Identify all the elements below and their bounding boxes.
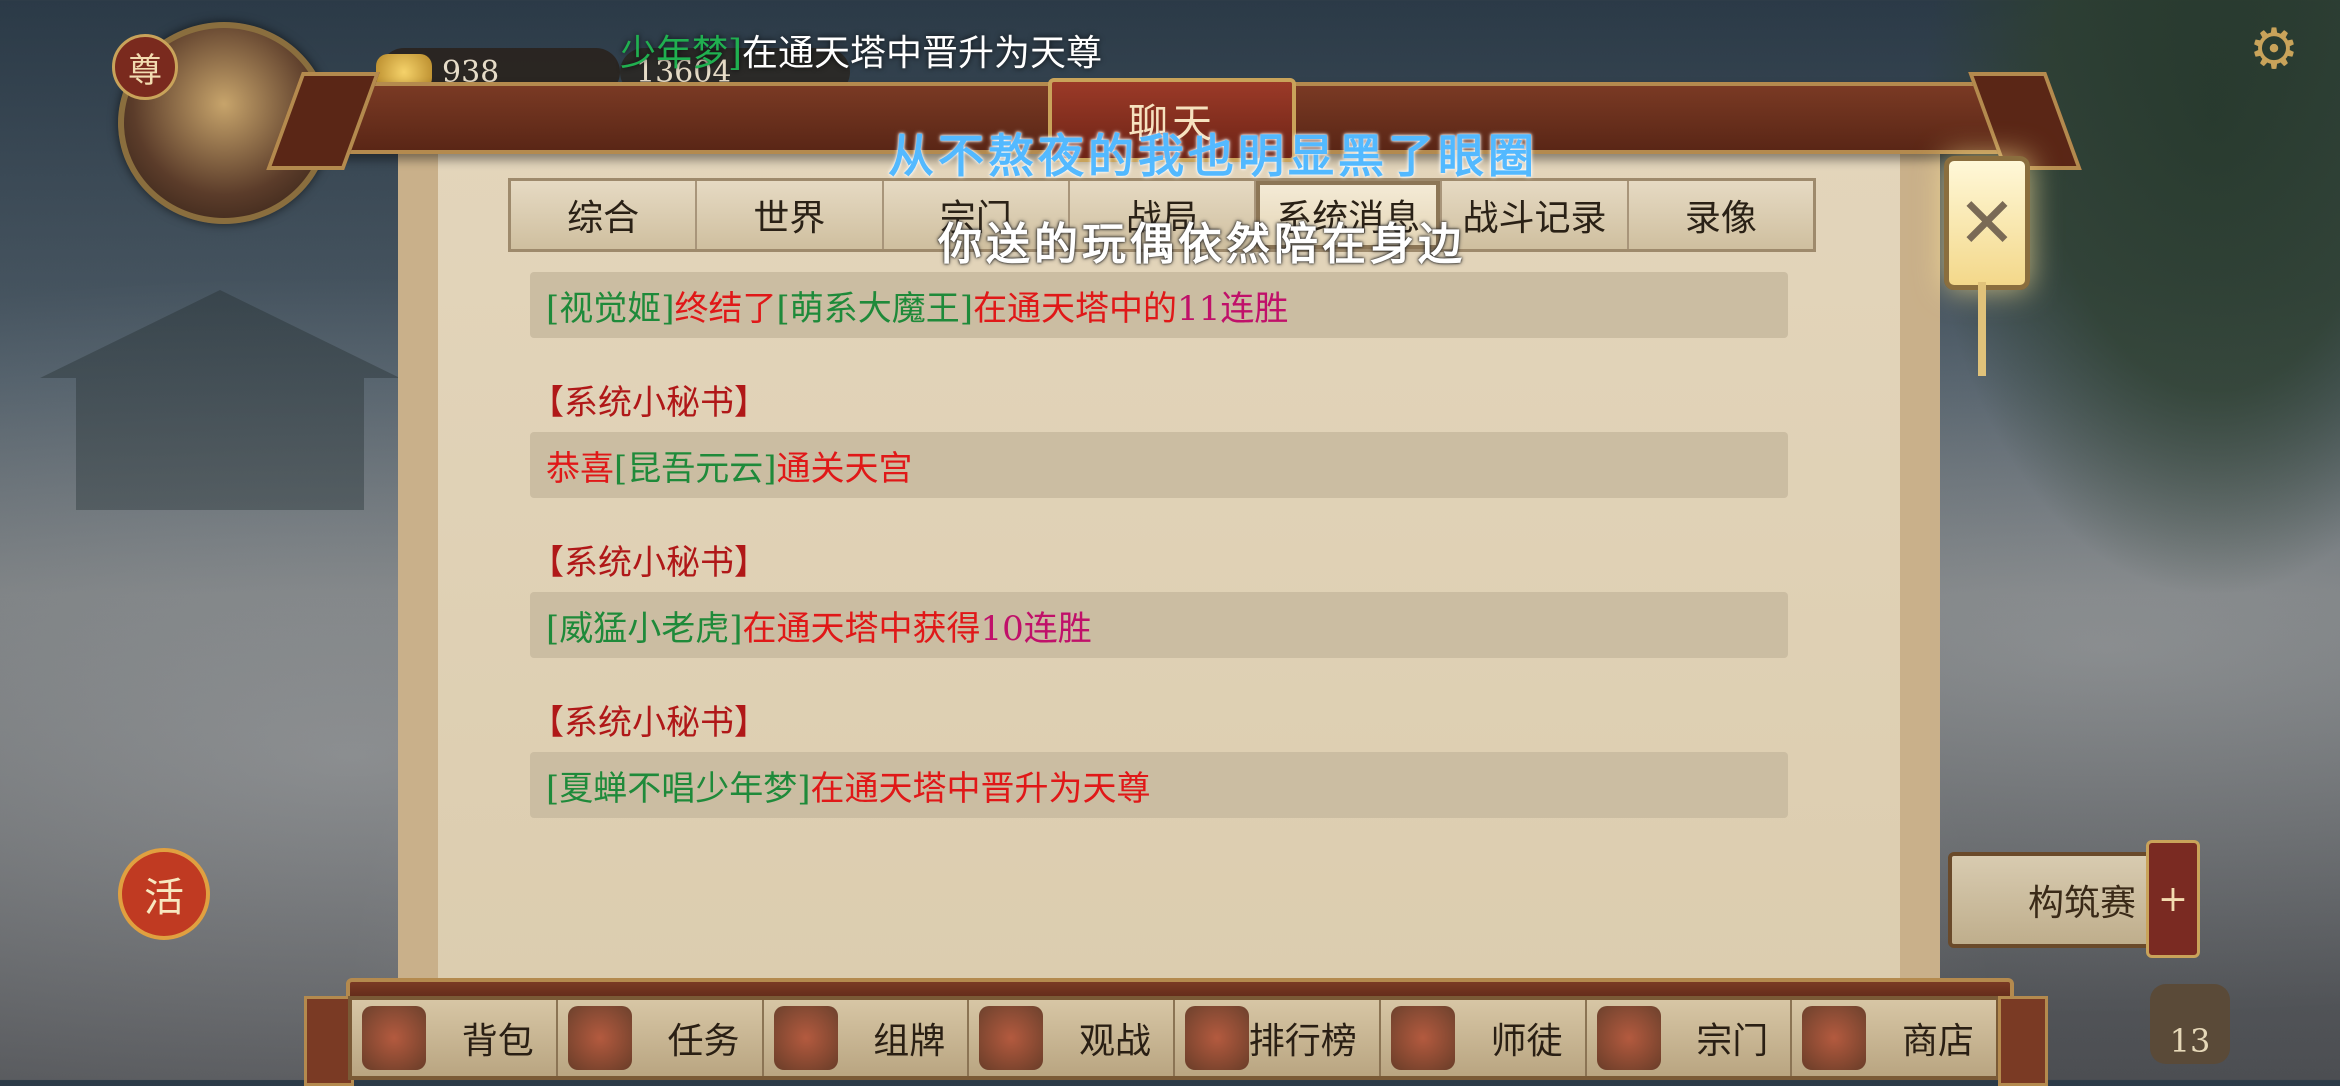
- nav-label: 宗门: [1696, 1021, 1769, 1062]
- message-list: [视觉姬] 终结了 [萌系大魔王] 在通天塔中的 11连胜 【系统小秘书】 恭喜…: [530, 272, 1788, 818]
- nav-mentor[interactable]: 师徒: [1381, 1000, 1587, 1076]
- activity-badge[interactable]: 活: [118, 848, 210, 940]
- message-segment: 通关天宫: [776, 448, 913, 489]
- mail-button[interactable]: 13: [2150, 984, 2230, 1064]
- message-segment: 终结了: [674, 288, 777, 329]
- nav-label: 背包: [461, 1021, 534, 1062]
- message-row: [威猛小老虎] 在通天塔中获得 10连胜: [530, 592, 1788, 658]
- message-row: [视觉姬] 终结了 [萌系大魔王] 在通天塔中的 11连胜: [530, 272, 1788, 338]
- leaderboard-icon: [1185, 1006, 1249, 1070]
- message-segment[interactable]: [萌系大魔王]: [777, 281, 974, 330]
- message-segment[interactable]: [昆吾元云]: [614, 441, 777, 490]
- lantern-tassel: [1978, 282, 1986, 376]
- message-sender: 【系统小秘书】: [530, 383, 768, 423]
- nav-label: 组牌: [873, 1021, 946, 1062]
- nav-spectate[interactable]: 观战: [969, 1000, 1175, 1076]
- nav-cap-right: [1998, 996, 2048, 1086]
- bag-icon: [362, 1006, 426, 1070]
- nav-label: 师徒: [1490, 1021, 1563, 1062]
- message-segment[interactable]: [威猛小老虎]: [546, 601, 743, 650]
- nav-label: 任务: [667, 1021, 740, 1062]
- message-segment[interactable]: [夏蝉不唱少年梦]: [546, 761, 811, 810]
- nav-cap-left: [304, 996, 354, 1086]
- plus-icon[interactable]: +: [2146, 840, 2200, 958]
- tab-world[interactable]: 世界: [697, 181, 884, 249]
- scroll-icon: [567, 1006, 632, 1070]
- message-segment: 在通天塔中获得: [742, 608, 981, 649]
- tournament-button[interactable]: 构筑赛: [1948, 852, 2154, 948]
- message-segment: 恭喜: [546, 448, 614, 489]
- lyric-line-1: 从不熬夜的我也明显黑了眼圈: [888, 129, 1538, 183]
- nav-tasks[interactable]: 任务: [558, 1000, 764, 1076]
- message-segment[interactable]: [视觉姬]: [546, 281, 675, 330]
- bottom-nav: 背包 任务 组牌 观战 排行榜 师徒 宗门 商店: [348, 996, 2000, 1080]
- nav-label: 商店: [1901, 1021, 1974, 1062]
- message-sender: 【系统小秘书】: [530, 543, 768, 583]
- message-segment: 在通天塔中晋升为天尊: [810, 768, 1151, 809]
- broadcast-text: 在通天塔中晋升为天尊: [742, 33, 1103, 74]
- message-segment: 在通天塔中的: [973, 288, 1178, 329]
- message-segment: 10连胜: [980, 608, 1092, 649]
- spectate-icon: [979, 1006, 1044, 1070]
- gear-icon[interactable]: ⚙: [2244, 20, 2304, 80]
- message-sender: 【系统小秘书】: [530, 703, 768, 743]
- tab-battle-record[interactable]: 战斗记录: [1442, 181, 1629, 249]
- nav-leaderboard[interactable]: 排行榜: [1175, 1000, 1381, 1076]
- nav-sect[interactable]: 宗门: [1587, 1000, 1793, 1076]
- message-segment: 11连胜: [1177, 288, 1289, 329]
- lyric-line-2: 你送的玩偶依然陪在身边: [938, 219, 1466, 270]
- close-button[interactable]: ✕: [1944, 156, 2030, 290]
- broadcast-name: 少年梦]: [620, 33, 743, 74]
- broadcast-banner: 少年梦] 在通天塔中晋升为天尊: [620, 20, 1102, 80]
- tab-general[interactable]: 综合: [511, 181, 698, 249]
- tab-replay[interactable]: 录像: [1628, 181, 1813, 249]
- close-icon: ✕: [1957, 182, 2017, 264]
- rank-badge: 尊: [112, 34, 178, 100]
- nav-label: 观战: [1078, 1021, 1151, 1062]
- nav-shop[interactable]: 商店: [1792, 1000, 1996, 1076]
- shop-icon: [1802, 1006, 1867, 1070]
- nav-bag[interactable]: 背包: [352, 1000, 558, 1076]
- message-row: 恭喜 [昆吾元云] 通关天宫: [530, 432, 1788, 498]
- message-row: [夏蝉不唱少年梦] 在通天塔中晋升为天尊: [530, 752, 1788, 818]
- sect-icon: [1596, 1006, 1661, 1070]
- mentor-icon: [1390, 1006, 1455, 1070]
- nav-deck[interactable]: 组牌: [764, 1000, 970, 1076]
- cards-icon: [773, 1006, 838, 1070]
- nav-label: 排行榜: [1248, 1021, 1357, 1062]
